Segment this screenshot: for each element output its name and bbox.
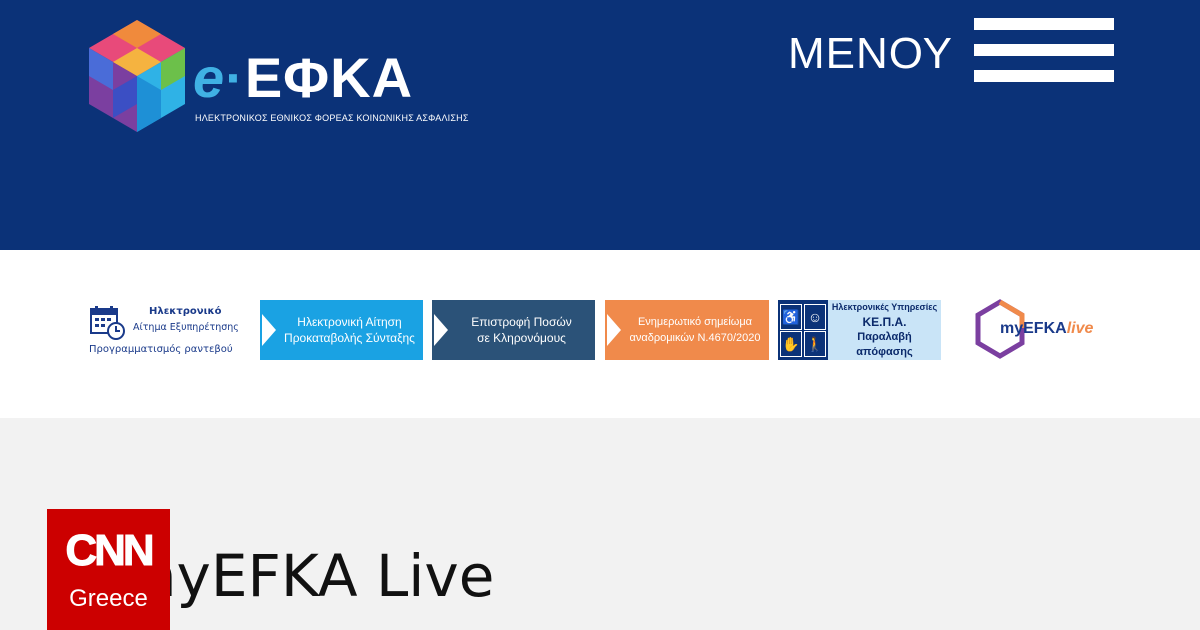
hamburger-icon[interactable] [974,18,1114,84]
efka-cube-logo-icon [89,20,185,132]
calendar-clock-icon [90,306,125,340]
accessibility-icons: ♿ ☺ ✋ 🚶 [778,300,828,360]
logo-prefix: e [193,46,226,109]
logo-subtitle: ΗΛΕΚΤΡΟΝΙΚΟΣ ΕΘΝΙΚΟΣ ΦΟΡΕΑΣ ΚΟΙΝΩΝΙΚΗΣ Α… [195,113,469,123]
appointment-line2: Αίτημα Εξυπηρέτησης [133,322,239,333]
efka-logo[interactable]: e·ΕΦΚΑ ΗΛΕΚΤΡΟΝΙΚΟΣ ΕΘΝΙΚΟΣ ΦΟΡΕΑΣ ΚΟΙΝΩ… [85,18,485,138]
banner-line2: αναδρομικών Ν.4670/2020 [629,332,761,344]
heirs-refund-banner[interactable]: Επιστροφή Ποσών σε Κληρονόμους [432,300,595,360]
appointment-banner[interactable]: Ηλεκτρονικό Αίτημα Εξυπηρέτησης Προγραμμ… [85,300,255,362]
logo-dot: · [225,46,245,109]
cnn-logo: CNN [65,526,155,575]
myefka-prefix: myEFKA [1000,320,1067,337]
head-icon: ☺ [804,304,826,330]
banner-line2: Προκαταβολής Σύνταξης [284,331,415,345]
myefka-live-banner[interactable]: myEFKAlive [972,298,1112,362]
banner-line1: Επιστροφή Ποσών [471,315,572,329]
wheelchair-icon: ♿ [780,304,802,330]
menu-label[interactable]: ΜΕΝΟΥ [788,28,953,80]
cnn-region: Greece [69,585,148,612]
sign-language-icon: ✋ [780,331,802,357]
blind-person-icon: 🚶 [804,331,826,357]
appointment-line3: Προγραμματισμός ραντεβού [89,344,233,355]
banner-line1: Ηλεκτρονική Αίτηση [297,315,402,329]
banner-line2: σε Κληρονόμους [477,331,566,345]
kepa-banner[interactable]: ♿ ☺ ✋ 🚶 Ηλεκτρονικές Υπηρεσίες ΚΕ.Π.Α. Π… [778,300,941,360]
retroactive-note-banner[interactable]: Ενημερωτικό σημείωμα αναδρομικών Ν.4670/… [605,300,769,360]
cnn-greece-badge: CNN Greece [47,509,170,630]
appointment-line1: Ηλεκτρονικό [149,306,222,317]
banner-line1: Ενημερωτικό σημείωμα [637,316,753,328]
logo-name: ΕΦΚΑ [244,46,414,109]
chevron-right-icon [607,314,621,346]
page-title: myEFKA Live [120,542,495,610]
chevron-right-icon [434,314,448,346]
myefka-live-wordmark: myEFKAlive [1000,320,1093,338]
pension-advance-banner[interactable]: Ηλεκτρονική Αίτηση Προκαταβολής Σύνταξης [260,300,423,360]
logo-wordmark: e·ΕΦΚΑ [193,48,413,108]
kepa-line2: ΚΕ.Π.Α. [862,314,907,329]
service-banners: Ηλεκτρονικό Αίτημα Εξυπηρέτησης Προγραμμ… [0,250,1200,418]
site-header: e·ΕΦΚΑ ΗΛΕΚΤΡΟΝΙΚΟΣ ΕΘΝΙΚΟΣ ΦΟΡΕΑΣ ΚΟΙΝΩ… [0,0,1200,250]
kepa-line3: Παραλαβή απόφασης [856,330,913,358]
chevron-right-icon [262,314,276,346]
kepa-line1: Ηλεκτρονικές Υπηρεσίες [831,301,938,312]
myefka-suffix: live [1066,320,1094,337]
